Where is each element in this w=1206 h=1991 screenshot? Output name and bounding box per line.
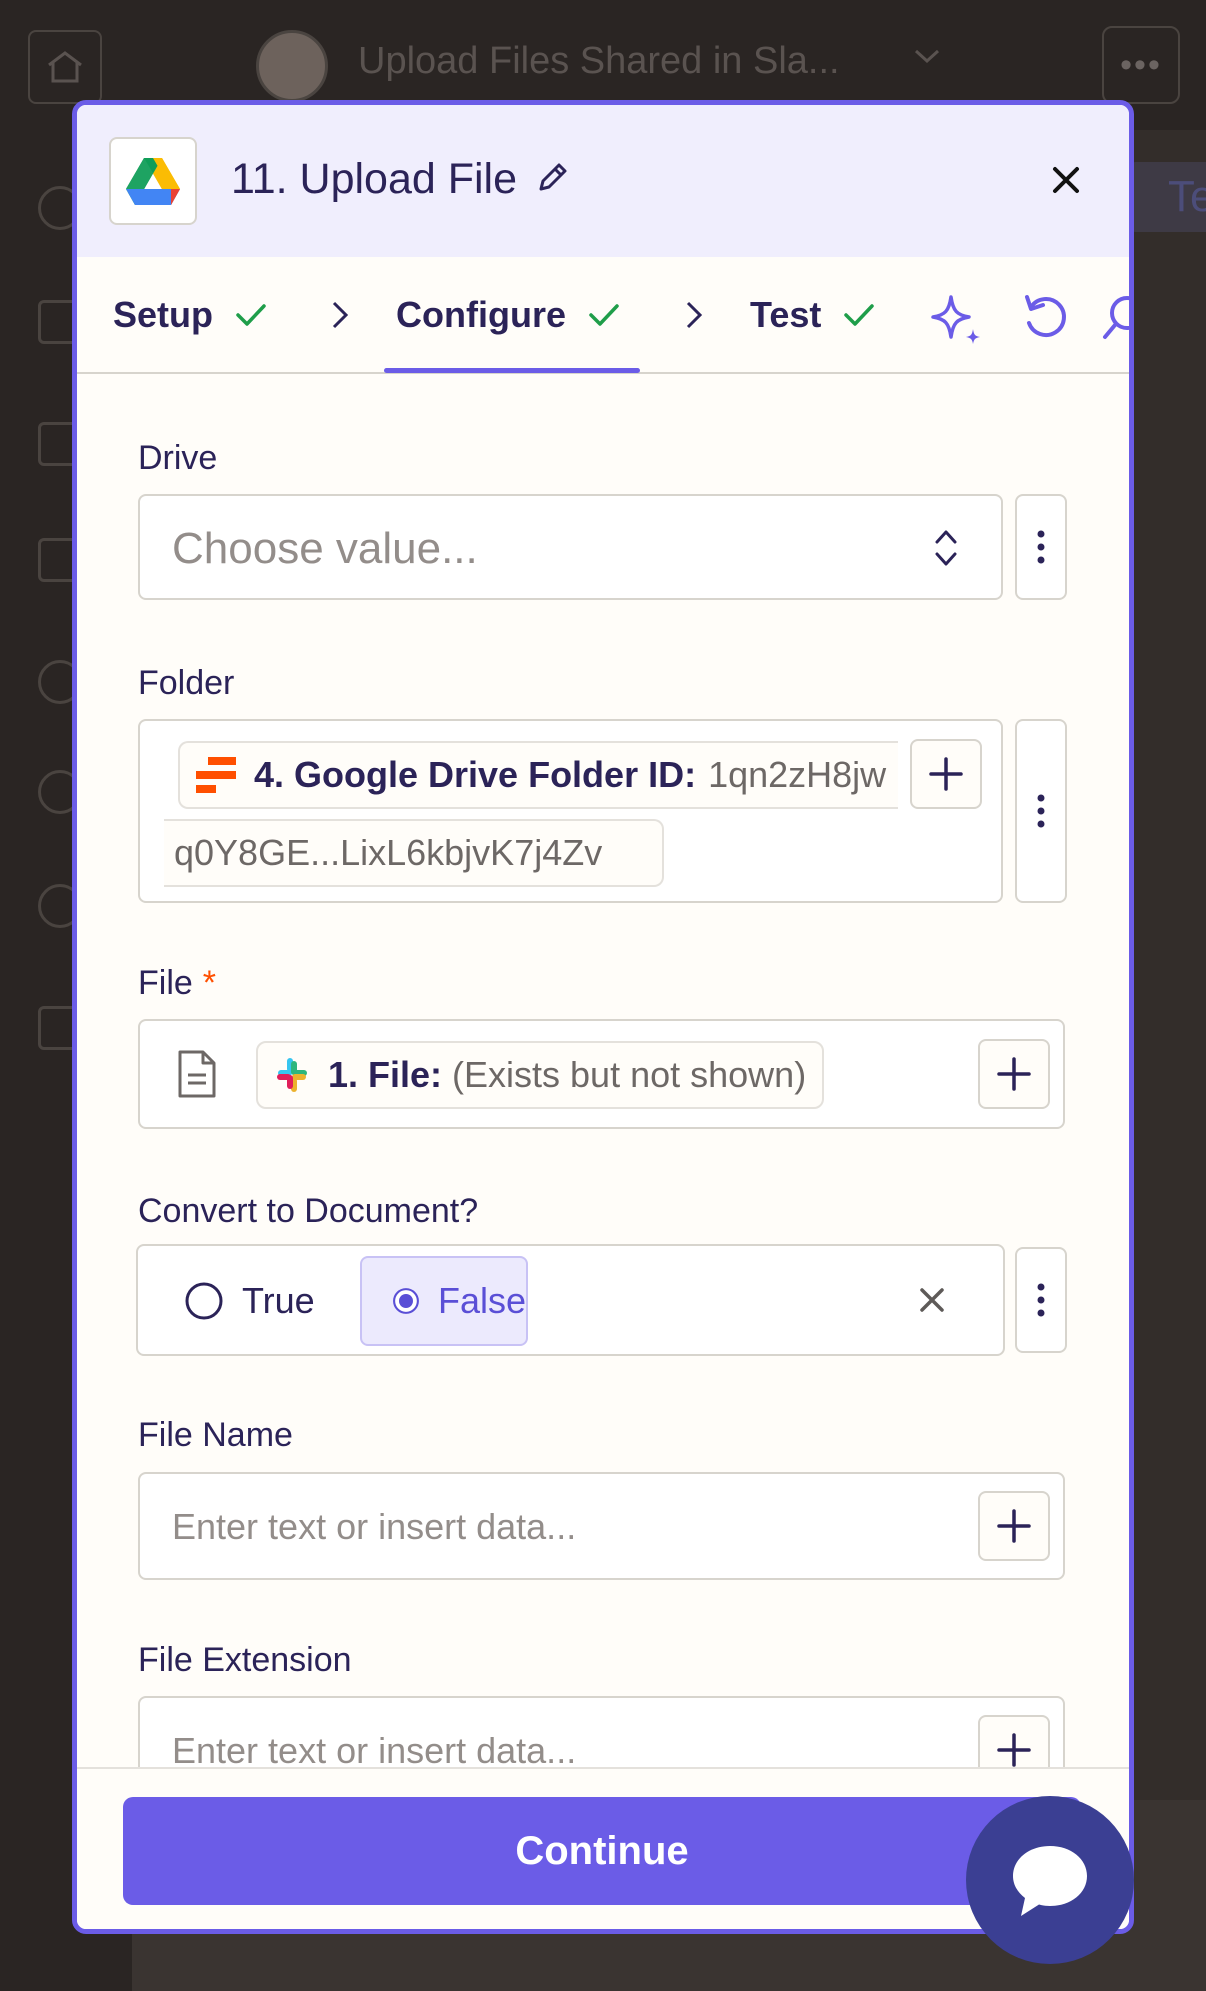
file-name-label: File Name <box>138 1416 293 1454</box>
tab-label: Setup <box>113 293 214 335</box>
required-indicator: * <box>202 964 217 1002</box>
panel-header: 11. Upload File <box>77 105 1129 257</box>
zap-title[interactable]: Upload Files Shared in Sla... <box>358 40 840 83</box>
file-label-text: File <box>138 964 193 1002</box>
radio-option-true[interactable]: True <box>184 1280 315 1322</box>
chat-support-button[interactable] <box>966 1796 1134 1964</box>
ai-sparkle-icon[interactable] <box>929 293 985 345</box>
folder-pill-label: 4. Google Drive Folder ID: <box>254 754 697 795</box>
folder-options-menu[interactable] <box>1015 719 1067 903</box>
continue-button[interactable]: Continue <box>123 1797 1081 1905</box>
select-arrows-icon <box>935 530 957 566</box>
step-title: 11. Upload File <box>231 155 518 203</box>
chat-icon <box>1013 1846 1087 1916</box>
configure-form: Drive Choose value... Folder 4. Google D… <box>77 374 1129 1767</box>
zapier-formatter-icon <box>196 757 236 793</box>
file-input[interactable]: 1. File: (Exists but not shown) <box>138 1019 1065 1129</box>
document-icon <box>178 1050 216 1098</box>
radio-label: False <box>437 1280 526 1321</box>
tab-setup[interactable]: Setup <box>113 257 267 372</box>
tab-label: Test <box>750 293 822 335</box>
convert-options-menu[interactable] <box>1015 1247 1067 1353</box>
chevron-right-icon <box>332 301 349 329</box>
convert-radio-group: True False <box>136 1244 1005 1356</box>
file-name-input[interactable]: Enter text or insert data... <box>138 1472 1065 1580</box>
file-extension-placeholder: Enter text or insert data... <box>172 1730 577 1767</box>
editor-canvas-right <box>1132 130 1206 1991</box>
file-name-placeholder: Enter text or insert data... <box>172 1506 577 1547</box>
refresh-icon[interactable] <box>1021 293 1069 343</box>
slack-icon <box>277 1058 307 1092</box>
radio-checked-icon <box>393 1288 419 1314</box>
google-drive-logo <box>109 137 197 225</box>
file-extension-input[interactable]: Enter text or insert data... <box>138 1696 1065 1767</box>
step-tabs: Setup Configure Test <box>77 257 1129 374</box>
chevron-down-icon[interactable] <box>912 46 942 71</box>
pencil-icon[interactable] <box>535 159 571 200</box>
drive-placeholder: Choose value... <box>172 524 478 573</box>
step-editor-panel: 11. Upload File Setup Configure Test Dri… <box>72 100 1134 1934</box>
chevron-right-icon <box>686 301 703 329</box>
file-extension-label: File Extension <box>138 1641 352 1679</box>
kebab-icon <box>1037 794 1045 828</box>
kebab-icon <box>1037 530 1045 564</box>
checkmark-icon <box>844 303 875 326</box>
kebab-icon <box>1037 1283 1045 1317</box>
file-pill-label: 1. File: <box>328 1054 443 1095</box>
side-panel-tab[interactable]: Te <box>1128 162 1206 232</box>
drive-select[interactable]: Choose value... <box>138 494 1003 600</box>
radio-unchecked-icon <box>185 1282 223 1320</box>
insert-data-button[interactable] <box>978 1491 1050 1561</box>
folder-pill-value-continued: q0Y8GE...LixL6kbjvK7j4Zv <box>174 832 603 873</box>
convert-label: Convert to Document? <box>138 1192 479 1230</box>
folder-label: Folder <box>138 664 235 702</box>
drive-options-menu[interactable] <box>1015 494 1067 600</box>
file-label: File * <box>138 964 216 1003</box>
tab-configure[interactable]: Configure <box>396 257 620 372</box>
tab-label: Configure <box>396 293 566 335</box>
plus-icon <box>997 1733 1031 1767</box>
active-tab-indicator <box>384 368 640 373</box>
close-icon[interactable] <box>1051 165 1081 200</box>
avatar[interactable] <box>256 30 328 102</box>
insert-data-button[interactable] <box>978 1715 1050 1767</box>
google-drive-icon <box>126 158 180 205</box>
file-data-pill[interactable]: 1. File: (Exists but not shown) <box>256 1041 825 1109</box>
folder-data-pill[interactable]: 4. Google Drive Folder ID: 1qn2zH8jw <box>178 741 898 809</box>
folder-input[interactable]: 4. Google Drive Folder ID: 1qn2zH8jw q0Y… <box>138 719 1003 903</box>
insert-data-button[interactable] <box>910 739 982 809</box>
search-icon[interactable] <box>1101 293 1134 343</box>
file-pill-value: (Exists but not shown) <box>452 1054 807 1095</box>
home-button[interactable] <box>28 30 102 104</box>
plus-icon <box>997 1057 1031 1091</box>
folder-data-pill-continued[interactable]: q0Y8GE...LixL6kbjvK7j4Zv <box>164 819 664 887</box>
plus-icon <box>929 757 963 791</box>
drive-label: Drive <box>138 439 218 477</box>
plus-icon <box>997 1509 1031 1543</box>
radio-option-false[interactable]: False <box>360 1256 528 1346</box>
editor-sidebar <box>0 130 82 1991</box>
home-icon <box>48 51 82 83</box>
checkmark-icon <box>236 303 266 326</box>
checkmark-icon <box>589 303 619 326</box>
folder-pill-value: 1qn2zH8jw <box>708 754 887 795</box>
tab-test[interactable]: Test <box>750 257 875 372</box>
clear-icon[interactable] <box>918 1286 946 1314</box>
insert-data-button[interactable] <box>978 1039 1050 1109</box>
radio-label: True <box>242 1280 315 1321</box>
more-options-button[interactable]: ••• <box>1102 26 1180 104</box>
